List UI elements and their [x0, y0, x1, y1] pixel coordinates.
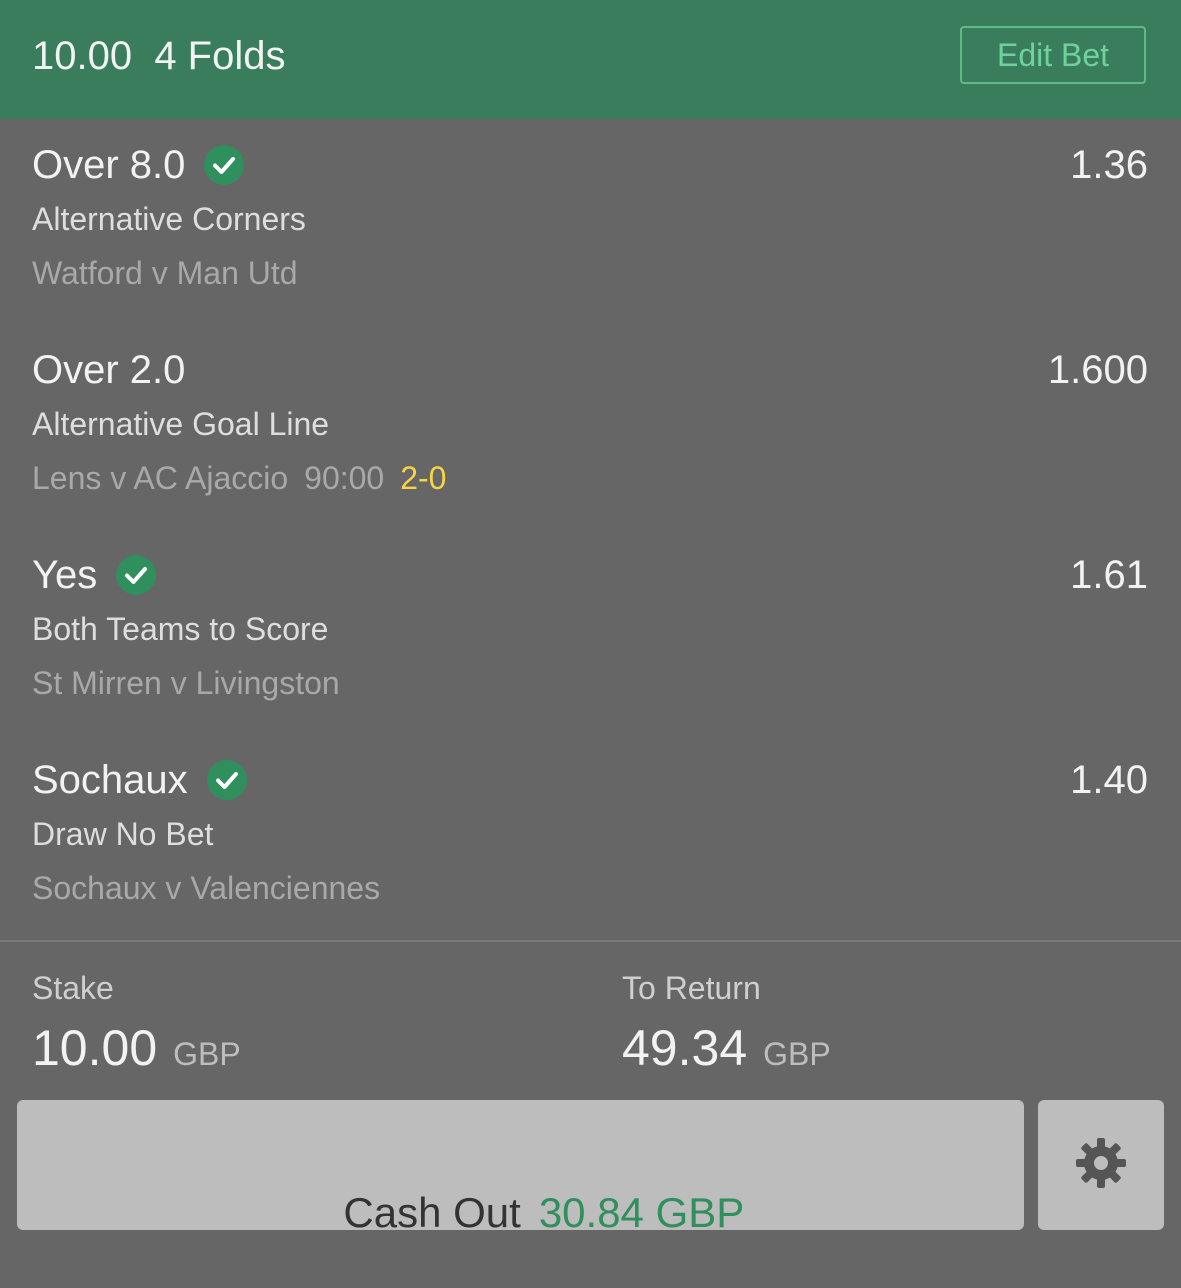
match-clock: 90:00 — [304, 460, 385, 496]
stake-value: 10.00 GBP — [32, 1018, 241, 1078]
check-circle-icon — [116, 555, 157, 595]
selection-row: Sochaux 1.40 Draw No Bet Sochaux v Valen… — [0, 734, 1181, 939]
selection-odds: 1.36 — [1070, 143, 1148, 187]
cash-out-button[interactable]: Cash Out 30.84 GBP — [17, 1100, 1024, 1236]
cash-out-amount: 30.84 GBP — [538, 1189, 745, 1236]
selection-market: Alternative Goal Line — [32, 406, 330, 442]
cash-out-label: Cash Out — [343, 1189, 521, 1236]
check-circle-icon — [204, 145, 245, 185]
selection-event: Watford v Man Utd — [32, 255, 298, 291]
stake-currency: GBP — [173, 1036, 241, 1072]
bet-title: 10.00 4 Folds — [32, 34, 286, 78]
selection-market: Draw No Bet — [32, 816, 214, 852]
bet-header: 10.00 4 Folds Edit Bet — [0, 0, 1181, 119]
to-return-value: 49.34 GBP — [622, 1018, 831, 1078]
selection-event: Lens v AC Ajaccio — [32, 460, 289, 496]
edit-bet-button[interactable]: Edit Bet — [960, 26, 1146, 84]
stake-amount: 10.00 — [32, 1020, 158, 1076]
selection-row: Yes 1.61 Both Teams to Score St Mirren v… — [0, 529, 1181, 734]
stake-label: Stake — [32, 970, 114, 1006]
selection-row: Over 8.0 1.36 Alternative Corners Watfor… — [0, 119, 1181, 324]
cash-out-settings-button[interactable] — [1038, 1100, 1164, 1230]
selection-event: Sochaux v Valenciennes — [32, 870, 381, 906]
selection-odds: 1.61 — [1070, 553, 1148, 597]
selection-name: Over 2.0 — [32, 348, 186, 392]
selection-name: Over 8.0 — [32, 143, 186, 187]
selection-row: Over 2.0 1.600 Alternative Goal Line Len… — [0, 324, 1181, 529]
selection-market: Both Teams to Score — [32, 611, 329, 647]
selection-name: Sochaux — [32, 758, 188, 802]
live-score: 2-0 — [400, 460, 447, 496]
check-circle-icon — [206, 760, 247, 800]
selection-odds: 1.600 — [1047, 348, 1148, 392]
to-return-currency: GBP — [763, 1036, 831, 1072]
to-return-amount: 49.34 — [622, 1020, 748, 1076]
summary-divider — [0, 940, 1181, 942]
selection-market: Alternative Corners — [32, 201, 306, 237]
selection-name: Yes — [32, 553, 98, 597]
to-return-label: To Return — [622, 970, 761, 1006]
gear-icon — [1076, 1138, 1126, 1188]
selection-odds: 1.40 — [1070, 758, 1148, 802]
selection-event: St Mirren v Livingston — [32, 665, 340, 701]
